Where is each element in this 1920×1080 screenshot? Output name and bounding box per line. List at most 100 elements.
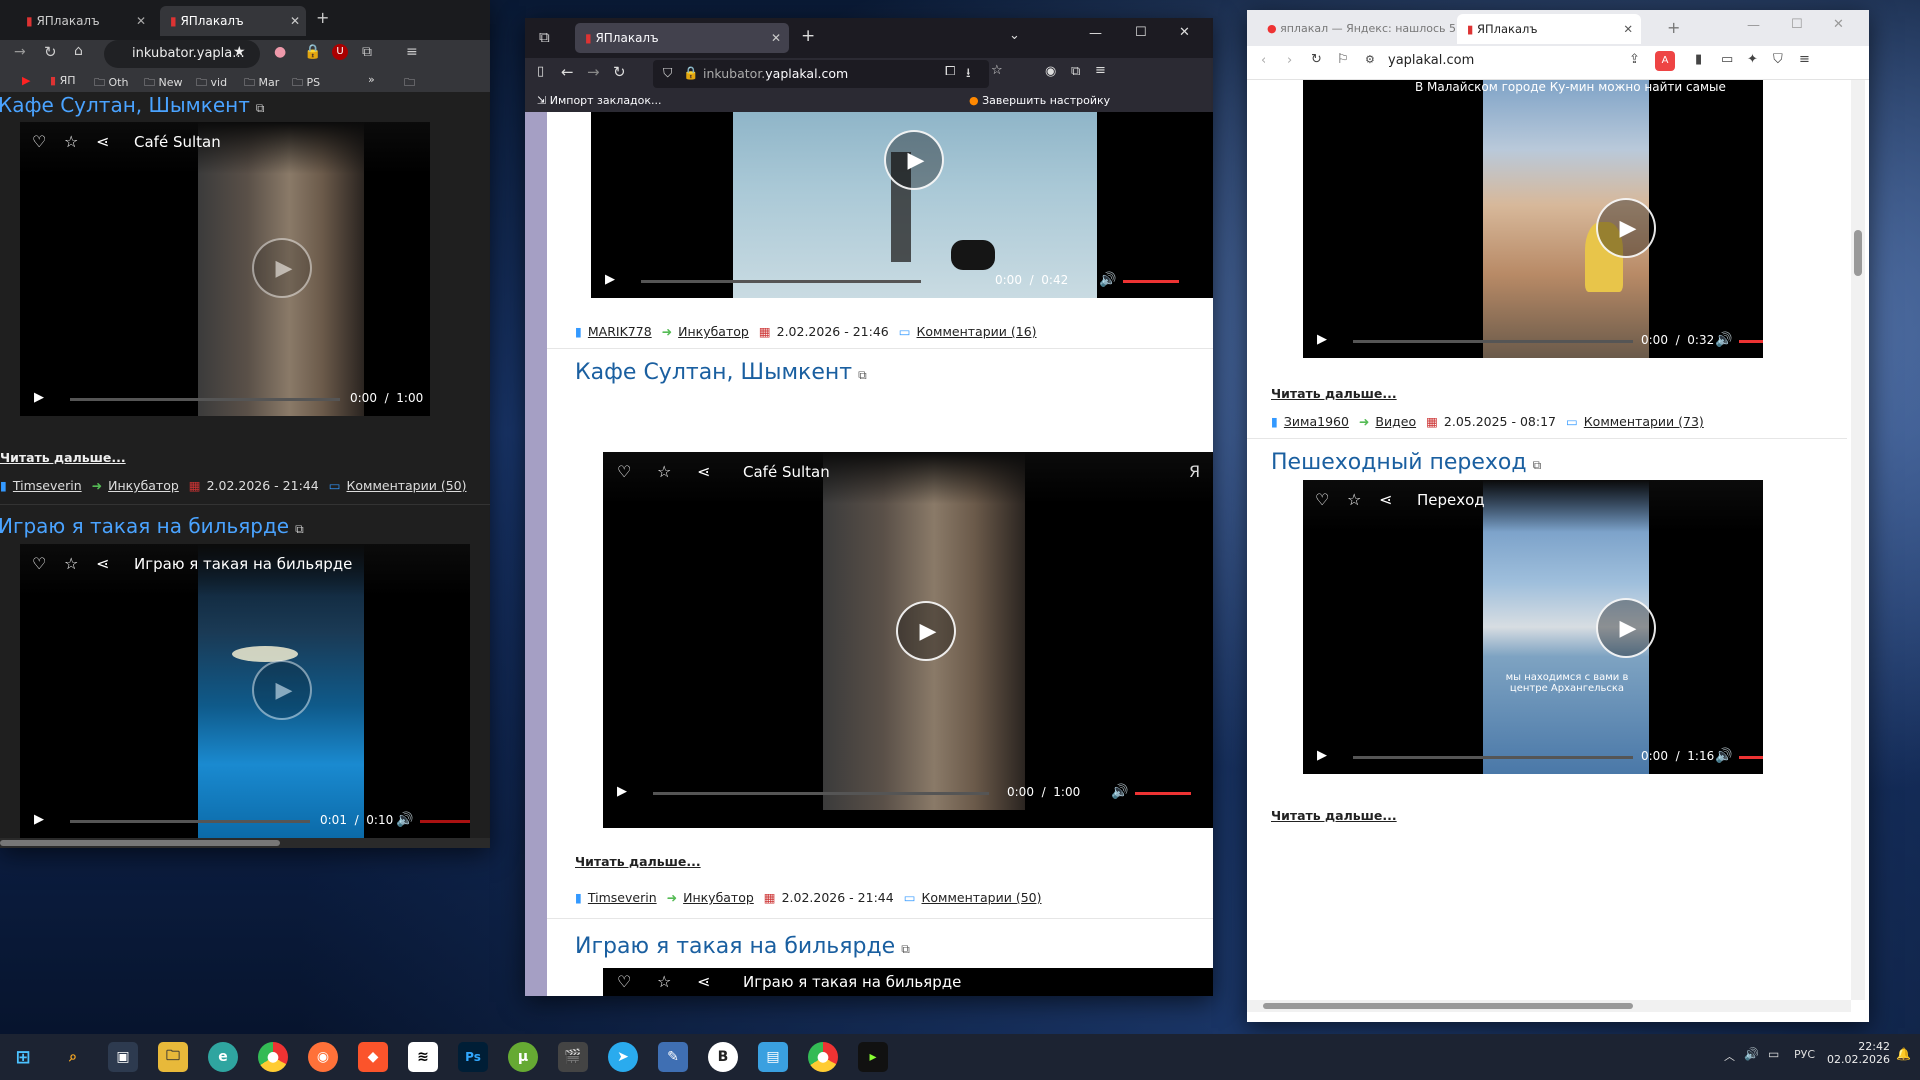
comments-link[interactable]: Комментарии (50) bbox=[922, 890, 1042, 905]
video-player[interactable]: ▶ ▶ 0:00 / 0:42 🔊 bbox=[591, 112, 1213, 298]
new-tab-icon[interactable]: + bbox=[801, 26, 815, 46]
volume-icon[interactable]: 🔊 bbox=[1099, 272, 1116, 288]
telegram-icon[interactable]: ➤ bbox=[608, 1042, 638, 1072]
video-player[interactable]: ♡ ☆ ⋖ Café Sultan ▶ ▶ 0:00 / 1:00 bbox=[20, 122, 430, 416]
all-bookmarks-folder-icon[interactable]: 🗀 bbox=[404, 74, 415, 93]
volume-icon[interactable]: 🔊 bbox=[396, 812, 413, 828]
close-icon[interactable]: ✕ bbox=[1623, 22, 1633, 36]
external-link-icon[interactable]: ⧉ bbox=[295, 522, 304, 536]
search-icon[interactable]: ⌕ bbox=[58, 1042, 88, 1072]
photoshop-icon[interactable]: Ps bbox=[458, 1042, 488, 1072]
bookmark-folder-oth[interactable]: 🗀 Oth bbox=[94, 74, 128, 93]
maximize-icon[interactable]: ☐ bbox=[1135, 25, 1147, 40]
comments-link[interactable]: Комментарии (73) bbox=[1584, 414, 1704, 429]
picture-in-picture-icon[interactable]: ⧠ bbox=[945, 64, 955, 79]
bookmark-folder-mar[interactable]: 🗀 Mar bbox=[244, 74, 279, 93]
play-button-icon[interactable]: ▶ bbox=[252, 660, 312, 720]
extensions-puzzle-icon[interactable]: ⧉ bbox=[362, 44, 372, 60]
bookmark-icon[interactable]: ⚐ bbox=[1337, 52, 1349, 67]
close-window-icon[interactable]: ✕ bbox=[1833, 17, 1844, 32]
progress-bar[interactable] bbox=[1353, 756, 1633, 759]
wallet-icon[interactable]: ▭ bbox=[1721, 52, 1733, 67]
video-player[interactable]: ♡ ☆ ⋖ Café Sultan Я ▶ ▶ 0:00 / 1:00 🔊 bbox=[603, 452, 1213, 810]
read-more-link[interactable]: Читать дальше... bbox=[0, 450, 126, 465]
clapper-icon[interactable]: 🎬 bbox=[558, 1042, 588, 1072]
tab-overview-icon[interactable]: ⧉ bbox=[539, 28, 550, 46]
brave-icon[interactable]: ◆ bbox=[358, 1042, 388, 1072]
progress-bar[interactable] bbox=[1353, 340, 1633, 343]
star-icon[interactable]: ☆ bbox=[64, 554, 78, 573]
read-more-link[interactable]: Читать дальше... bbox=[575, 854, 701, 869]
favorite-heart-icon[interactable]: ♡ bbox=[1315, 490, 1329, 509]
site-settings-icon[interactable]: ⚙ bbox=[1365, 53, 1375, 66]
notification-bell-icon[interactable]: 🔔 bbox=[1896, 1047, 1911, 1061]
progress-bar[interactable] bbox=[70, 398, 340, 401]
network-tray-icon[interactable]: ▭ bbox=[1768, 1047, 1779, 1061]
share-icon[interactable]: ⋖ bbox=[1379, 490, 1392, 509]
bookmark-folder-ps[interactable]: 🗀 PS bbox=[292, 74, 320, 93]
author-link[interactable]: Timseverin bbox=[588, 890, 657, 905]
vertical-scrollbar[interactable] bbox=[1851, 80, 1865, 1000]
volume-slider[interactable] bbox=[1123, 280, 1179, 283]
star-icon[interactable]: ☆ bbox=[1347, 490, 1361, 509]
new-tab-icon[interactable]: + bbox=[316, 8, 329, 27]
external-link-icon[interactable]: ⧉ bbox=[901, 942, 910, 956]
chevron-down-icon[interactable]: ⌄ bbox=[1009, 28, 1020, 43]
volume-icon[interactable]: 🔊 bbox=[1111, 784, 1128, 800]
video-player[interactable]: мы находимся с вами в центре Архангельск… bbox=[1303, 480, 1763, 774]
play-button-icon[interactable]: ▶ bbox=[252, 238, 312, 298]
volume-icon[interactable]: 🔊 bbox=[1715, 748, 1732, 764]
file-explorer-icon[interactable]: 🗀 bbox=[158, 1042, 188, 1072]
alice-icon[interactable]: ✦ bbox=[1747, 52, 1758, 67]
import-bookmarks-button[interactable]: ⇲ Импорт закладок... bbox=[537, 94, 662, 107]
post-title[interactable]: Кафе Султан, Шымкент ⧉ bbox=[0, 93, 264, 117]
video-player[interactable]: В Малайском городе Ку-мин можно найти са… bbox=[1303, 80, 1763, 358]
tab-active[interactable]: ▮ ЯПлакалъ ✕ bbox=[1457, 14, 1641, 44]
back-icon[interactable]: ‹ bbox=[1261, 53, 1266, 68]
utorrent-icon[interactable]: µ bbox=[508, 1042, 538, 1072]
external-link-icon[interactable]: ⧉ bbox=[1533, 458, 1542, 472]
play-button-icon[interactable]: ▶ bbox=[1596, 198, 1656, 258]
home-icon[interactable]: ⌂ bbox=[74, 43, 83, 59]
bookmark-star-icon[interactable]: ★ bbox=[233, 44, 246, 60]
author-link[interactable]: MARIK778 bbox=[588, 324, 652, 339]
save-to-pocket-icon[interactable]: ⭳ bbox=[966, 64, 971, 86]
post-title[interactable]: Пешеходный переход ⧉ bbox=[1271, 450, 1541, 475]
volume-slider[interactable] bbox=[1739, 756, 1763, 759]
tab-active[interactable]: ▮ ЯПлакалъ ✕ bbox=[575, 23, 789, 53]
horizontal-scrollbar[interactable] bbox=[0, 838, 490, 848]
forward-icon[interactable]: › bbox=[1287, 53, 1292, 68]
account-icon[interactable]: ◉ bbox=[1045, 64, 1056, 79]
edge-icon[interactable]: e bbox=[208, 1042, 238, 1072]
protect-icon[interactable]: ⛉ bbox=[1773, 52, 1783, 67]
sidebar-icon[interactable]: ▮ bbox=[1695, 52, 1702, 67]
new-tab-icon[interactable]: + bbox=[1667, 18, 1680, 37]
play-icon[interactable]: ▶ bbox=[34, 390, 44, 405]
tab-1[interactable]: ▮ ЯПлакалъ ✕ bbox=[16, 6, 152, 36]
section-link[interactable]: Инкубатор bbox=[678, 324, 749, 339]
share-icon[interactable]: ⋖ bbox=[96, 132, 109, 151]
post-title[interactable]: Играю я такая на бильярде ⧉ bbox=[0, 514, 304, 538]
favorite-heart-icon[interactable]: ♡ bbox=[32, 554, 46, 573]
clock[interactable]: 22:42 02.02.2026 bbox=[1826, 1040, 1890, 1066]
video-player[interactable]: ♡ ☆ ⋖ Играю я такая на бильярде ▶ ▶ 0:01… bbox=[20, 544, 470, 838]
maximize-icon[interactable]: ☐ bbox=[1791, 17, 1803, 32]
video-player[interactable]: ♡ ☆ ⋖ Играю я такая на бильярде bbox=[603, 968, 1213, 996]
read-more-link[interactable]: Читать дальше... bbox=[1271, 808, 1397, 823]
play-icon[interactable]: ▶ bbox=[617, 784, 627, 799]
reading-list-icon[interactable]: ≡ bbox=[406, 44, 418, 60]
volume-slider[interactable] bbox=[1135, 792, 1191, 795]
favorite-heart-icon[interactable]: ♡ bbox=[617, 972, 631, 991]
play-icon[interactable]: ▶ bbox=[1317, 332, 1327, 347]
share-icon[interactable]: ⋖ bbox=[697, 972, 710, 991]
favorite-heart-icon[interactable]: ♡ bbox=[32, 132, 46, 151]
menu-icon[interactable]: ≡ bbox=[1095, 63, 1106, 78]
post-title[interactable]: Кафе Султан, Шымкент ⧉ bbox=[575, 360, 867, 385]
extensions-icon[interactable]: ⧉ bbox=[1071, 64, 1080, 79]
text-editor-icon[interactable]: ▤ bbox=[758, 1042, 788, 1072]
close-icon[interactable]: ✕ bbox=[136, 14, 146, 28]
star-icon[interactable]: ☆ bbox=[64, 132, 78, 151]
star-icon[interactable]: ☆ bbox=[657, 462, 671, 481]
author-link[interactable]: Зима1960 bbox=[1284, 414, 1349, 429]
share-icon[interactable]: ⋖ bbox=[96, 554, 109, 573]
